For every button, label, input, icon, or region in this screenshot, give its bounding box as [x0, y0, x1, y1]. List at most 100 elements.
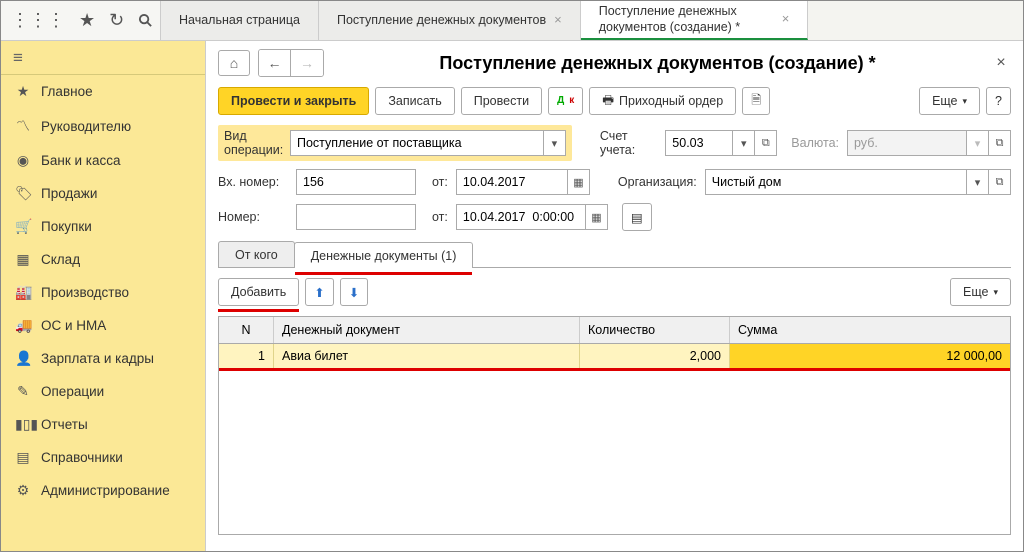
extra-button[interactable]: ▤ — [622, 203, 652, 231]
col-doc-header[interactable]: Денежный документ — [274, 317, 580, 343]
trend-icon: 〽 — [15, 116, 31, 136]
sidebar-label: Покупки — [41, 219, 92, 234]
col-qty-header[interactable]: Количество — [580, 317, 730, 343]
search-icon[interactable] — [138, 13, 153, 28]
sidebar-item-catalogs[interactable]: ▤Справочники — [1, 441, 205, 474]
op-type-label: Вид операции: — [224, 129, 282, 157]
sidebar-label: Операции — [41, 384, 104, 399]
star-icon[interactable]: ★ — [79, 10, 95, 31]
toolbar-icons: ⋮⋮⋮ ★ ↻ — [1, 1, 161, 40]
open-icon[interactable]: ⧉ — [989, 130, 1011, 156]
num-date-label: от: — [432, 210, 448, 224]
chevron-down-icon[interactable]: ▾ — [733, 130, 755, 156]
tab-label: Начальная страница — [179, 13, 300, 29]
move-up-button[interactable]: ⬆ — [305, 278, 333, 306]
chevron-down-icon: ▾ — [967, 130, 989, 156]
sidebar-item-reports[interactable]: ▮▯▮Отчеты — [1, 408, 205, 441]
org-field[interactable] — [705, 169, 967, 195]
close-icon[interactable]: × — [554, 12, 562, 28]
col-n-header[interactable]: N — [219, 317, 274, 343]
chevron-down-icon[interactable]: ▾ — [967, 169, 989, 195]
sidebar-label: Банк и касса — [41, 153, 121, 168]
tab-money-docs[interactable]: Денежные документы (1) — [294, 242, 474, 268]
more-button[interactable]: Еще▾ — [919, 87, 980, 115]
sidebar-label: Руководителю — [41, 119, 131, 134]
sidebar-item-hr[interactable]: 👤 Зарплата и кадры — [1, 342, 205, 375]
sidebar-item-bank[interactable]: ◉Банк и касса — [1, 144, 205, 177]
attach-button[interactable]: 🗎 — [742, 87, 770, 115]
history-icon[interactable]: ↻ — [109, 10, 124, 31]
account-field[interactable] — [665, 130, 733, 156]
tab-doc-list[interactable]: Поступление денежных документов × — [319, 1, 581, 40]
op-type-select[interactable] — [290, 130, 544, 156]
open-icon[interactable]: ⧉ — [989, 169, 1011, 195]
dk-button[interactable]: Дк — [548, 87, 583, 115]
sidebar: ≡ ★Главное 〽 Руководителю ◉Банк и касса 🏷… — [1, 41, 206, 551]
tag-icon: 🏷 — [15, 185, 31, 202]
sidebar-item-warehouse[interactable]: ▦Склад — [1, 243, 205, 276]
add-row-button[interactable]: Добавить — [218, 278, 299, 306]
print-icon: 🖶 — [602, 91, 614, 112]
chevron-down-icon[interactable]: ▾ — [544, 130, 566, 156]
factory-icon: 🏭 — [15, 284, 31, 301]
tab-from-who[interactable]: От кого — [218, 241, 295, 267]
num-date-field[interactable] — [456, 204, 586, 230]
back-button[interactable]: ← — [259, 50, 291, 76]
sidebar-label: Продажи — [41, 186, 97, 201]
currency-field — [847, 130, 967, 156]
tab-doc-create[interactable]: Поступление денежных документов (создани… — [581, 1, 809, 40]
sidebar-item-assets[interactable]: 🚚 ОС и НМА — [1, 309, 205, 342]
in-num-field[interactable] — [296, 169, 416, 195]
num-label: Номер: — [218, 210, 288, 224]
book-icon: ▤ — [15, 449, 31, 466]
tabstrip: От кого Денежные документы (1) — [218, 241, 1011, 268]
sidebar-label: Зарплата и кадры — [41, 351, 154, 366]
home-icon[interactable]: ⌂ — [218, 50, 250, 76]
gear-icon: ⚙ — [15, 482, 31, 499]
close-button[interactable]: × — [991, 54, 1011, 72]
highlight-underline — [218, 309, 299, 312]
sidebar-label: ОС и НМА — [41, 318, 106, 333]
sidebar-toggle[interactable]: ≡ — [1, 41, 205, 75]
truck-icon: 🚚 — [15, 317, 31, 334]
sidebar-item-production[interactable]: 🏭Производство — [1, 276, 205, 309]
tab-home[interactable]: Начальная страница — [161, 1, 319, 40]
org-label: Организация: — [618, 175, 697, 189]
sidebar-item-purchases[interactable]: 🛒 Покупки — [1, 210, 205, 243]
manual-icon: ✎ — [15, 383, 31, 400]
in-date-field[interactable] — [456, 169, 568, 195]
cash-order-button[interactable]: 🖶Приходный ордер — [589, 87, 736, 115]
data-grid: N Денежный документ Количество Сумма 1 А… — [218, 316, 1011, 535]
sidebar-label: Главное — [41, 84, 93, 99]
move-down-button[interactable]: ⬇ — [340, 278, 368, 306]
chart-icon: ▮▯▮ — [15, 416, 31, 433]
sidebar-item-sales[interactable]: 🏷 Продажи — [1, 177, 205, 210]
tab-label: Поступление денежных документов (создани… — [599, 4, 774, 35]
sidebar-item-ops[interactable]: ✎ Операции — [1, 375, 205, 408]
write-button[interactable]: Записать — [375, 87, 454, 115]
cell-doc[interactable]: Авиа билет — [274, 344, 580, 368]
table-row[interactable]: 1 Авиа билет 2,000 12 000,00 — [219, 344, 1010, 368]
more-button[interactable]: Еще▾ — [950, 278, 1011, 306]
calendar-icon[interactable]: ▦ — [568, 169, 590, 195]
col-sum-header[interactable]: Сумма — [730, 317, 1010, 343]
cell-n: 1 — [219, 344, 274, 368]
page-title: Поступление денежных документов (создани… — [332, 53, 983, 74]
num-field[interactable] — [296, 204, 416, 230]
sidebar-item-manager[interactable]: 〽 Руководителю — [1, 108, 205, 144]
calendar-icon[interactable]: ▦ — [586, 204, 608, 230]
close-icon[interactable]: × — [782, 11, 790, 27]
cell-qty[interactable]: 2,000 — [580, 344, 730, 368]
post-button[interactable]: Провести — [461, 87, 542, 115]
apps-icon[interactable]: ⋮⋮⋮ — [11, 10, 65, 31]
cell-sum[interactable]: 12 000,00 — [730, 344, 1010, 368]
cart-icon: 🛒 — [15, 218, 31, 235]
person-icon: 👤 — [15, 350, 31, 367]
sidebar-item-main[interactable]: ★Главное — [1, 75, 205, 108]
chevron-down-icon: ▾ — [993, 287, 998, 298]
help-button[interactable]: ? — [986, 87, 1011, 115]
post-and-close-button[interactable]: Провести и закрыть — [218, 87, 369, 115]
highlight-underline — [295, 272, 473, 275]
open-icon[interactable]: ⧉ — [755, 130, 777, 156]
sidebar-item-admin[interactable]: ⚙Администрирование — [1, 474, 205, 507]
